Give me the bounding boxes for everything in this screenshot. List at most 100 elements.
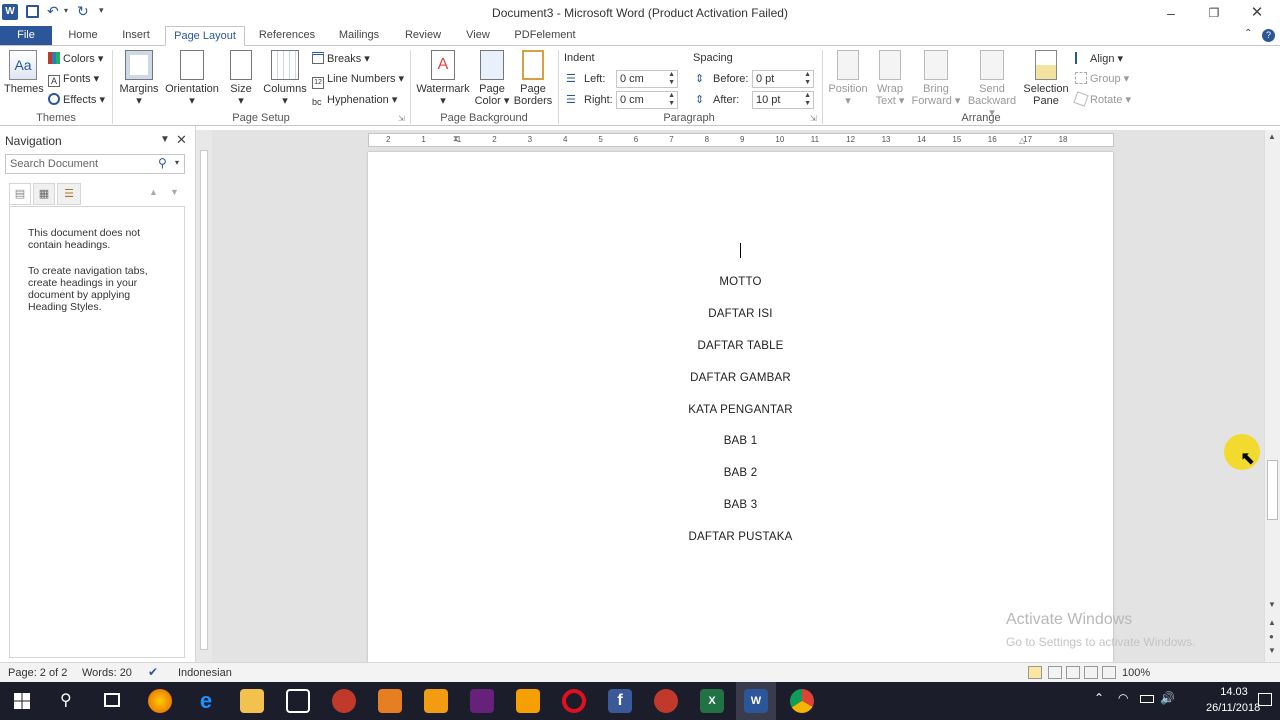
draft-icon[interactable] <box>1102 666 1116 679</box>
undo-icon[interactable]: ↶ <box>47 3 59 20</box>
doc-line-daftar-table[interactable]: DAFTAR TABLE <box>368 340 1113 352</box>
scroll-up-icon[interactable]: ▲ <box>1268 132 1276 141</box>
fonts-button[interactable]: A Fonts ▾ <box>48 70 99 88</box>
close-pane-icon[interactable]: ✕ <box>176 132 187 148</box>
spacing-before-field[interactable]: 0 pt ▲ ▼ <box>752 70 814 88</box>
page-color-button[interactable]: Page Color ▾ <box>474 50 510 107</box>
tab-insert[interactable]: Insert <box>114 26 158 46</box>
indent-right-field[interactable]: 0 cm ▲ ▼ <box>616 91 678 109</box>
wrap-text-button[interactable]: Wrap Text ▾ <box>873 50 907 107</box>
indent-left-field[interactable]: 0 cm ▲ ▼ <box>616 70 678 88</box>
spacing-after-field[interactable]: 10 pt ▲ ▼ <box>752 91 814 109</box>
firefox-icon[interactable] <box>148 689 172 713</box>
orientation-button[interactable]: Orientation ▾ <box>163 50 221 107</box>
word-taskbar-icon[interactable]: W <box>744 689 768 713</box>
next-page-icon[interactable]: ▼ <box>1268 646 1276 655</box>
language-indicator[interactable]: Indonesian <box>178 667 232 679</box>
align-button[interactable]: Align ▾ <box>1075 50 1123 68</box>
edge-icon[interactable]: e <box>194 689 218 713</box>
search-taskbar-icon[interactable]: ⚲ <box>60 690 72 710</box>
spinner-arrows-icon[interactable]: ▲ ▼ <box>668 92 675 108</box>
web-layout-icon[interactable] <box>1066 666 1080 679</box>
restore-button[interactable]: ❐ <box>1199 3 1229 23</box>
store-icon[interactable] <box>286 689 310 713</box>
word-count[interactable]: Words: 20 <box>82 667 132 679</box>
doc-line-kata-pengantar[interactable]: KATA PENGANTAR <box>368 404 1113 416</box>
tab-file[interactable]: File <box>0 26 52 46</box>
excel-icon[interactable]: X <box>700 689 724 713</box>
chrome-icon[interactable] <box>790 689 814 713</box>
ribbon-minimize-icon[interactable]: ⌃ <box>1244 28 1252 39</box>
page-setup-launcher-icon[interactable]: ⇲ <box>398 114 405 123</box>
hyphenation-button[interactable]: bc Hyphenation ▾ <box>312 91 397 109</box>
pane-options-icon[interactable]: ▼ <box>160 134 170 145</box>
full-screen-icon[interactable] <box>1048 666 1062 679</box>
sublime-icon[interactable] <box>516 689 540 713</box>
size-button[interactable]: Size ▾ <box>226 50 256 107</box>
doc-line-motto[interactable]: MOTTO <box>368 276 1113 288</box>
browse-object-icon[interactable]: ● <box>1269 632 1274 641</box>
scroll-down-icon[interactable]: ▼ <box>1268 600 1276 609</box>
help-icon[interactable]: ? <box>1262 29 1275 42</box>
effects-button[interactable]: Effects ▾ <box>48 91 105 109</box>
colors-button[interactable]: Colors ▾ <box>48 50 103 68</box>
close-button[interactable]: ✕ <box>1242 3 1272 23</box>
prev-page-icon[interactable]: ▲ <box>1268 618 1276 627</box>
minimize-button[interactable]: – <box>1156 3 1186 23</box>
tab-mailings[interactable]: Mailings <box>330 26 388 46</box>
proofing-icon[interactable]: ✔ <box>148 665 158 679</box>
tab-page-layout[interactable]: Page Layout <box>165 26 245 46</box>
visual-studio-icon[interactable] <box>470 689 494 713</box>
doc-line-daftar-pustaka[interactable]: DAFTAR PUSTAKA <box>368 531 1113 543</box>
watermark-button[interactable]: A Watermark ▾ <box>415 50 471 107</box>
redo-icon[interactable]: ↻ <box>77 3 89 20</box>
selection-pane-button[interactable]: Selection Pane <box>1022 50 1070 107</box>
spinner-arrows-icon[interactable]: ▲ ▼ <box>668 71 675 87</box>
previous-heading-icon[interactable]: ▲ <box>149 187 158 197</box>
line-numbers-button[interactable]: 12 Line Numbers ▾ <box>312 70 404 89</box>
print-layout-icon[interactable] <box>1028 666 1042 679</box>
spinner-arrows-icon[interactable]: ▲ ▼ <box>804 92 811 108</box>
doc-line-daftar-isi[interactable]: DAFTAR ISI <box>368 308 1113 320</box>
search-dropdown-icon[interactable]: ▾ <box>175 158 179 167</box>
themes-button[interactable]: Aa Themes <box>4 50 44 95</box>
document-page[interactable]: MOTTO DAFTAR ISI DAFTAR TABLE DAFTAR GAM… <box>368 152 1113 662</box>
position-button[interactable]: Position ▾ <box>826 50 870 107</box>
spinner-arrows-icon[interactable]: ▲ ▼ <box>804 71 811 87</box>
tab-pdfelement[interactable]: PDFelement <box>508 26 582 46</box>
tab-references[interactable]: References <box>254 26 320 46</box>
doc-line-daftar-gambar[interactable]: DAFTAR GAMBAR <box>368 372 1113 384</box>
zoom-level[interactable]: 100% <box>1122 667 1150 679</box>
paragraph-launcher-icon[interactable]: ⇲ <box>810 114 817 123</box>
rotate-button[interactable]: Rotate ▾ <box>1073 91 1131 109</box>
app-game-icon[interactable] <box>654 689 678 713</box>
tab-home[interactable]: Home <box>60 26 106 46</box>
group-button[interactable]: Group ▾ <box>1075 70 1129 88</box>
pages-view-tab[interactable]: ▦ <box>33 183 55 205</box>
tab-review[interactable]: Review <box>398 26 448 46</box>
search-document-input[interactable]: Search Document ⚲ ▾ <box>5 154 185 174</box>
right-indent-marker-icon[interactable]: △ <box>1019 136 1025 145</box>
next-heading-icon[interactable]: ▼ <box>170 187 179 197</box>
task-view-icon[interactable] <box>104 693 120 707</box>
battery-icon[interactable] <box>1140 695 1154 703</box>
headings-view-tab[interactable]: ▤ <box>9 183 31 205</box>
tray-chevron-icon[interactable]: ⌃ <box>1094 691 1104 705</box>
doc-line-bab-2[interactable]: BAB 2 <box>368 467 1113 479</box>
scroll-thumb[interactable] <box>1267 460 1278 520</box>
breaks-button[interactable]: Breaks ▾ <box>312 50 370 68</box>
start-icon[interactable] <box>14 693 30 709</box>
clock-time[interactable]: 14.03 <box>1212 686 1256 698</box>
search-icon[interactable]: ⚲ <box>158 156 167 170</box>
app-red-icon[interactable] <box>332 689 356 713</box>
app-orange2-icon[interactable] <box>424 689 448 713</box>
network-icon[interactable]: ◠ <box>1118 691 1128 705</box>
doc-line-bab-3[interactable]: BAB 3 <box>368 499 1113 511</box>
undo-dropdown-icon[interactable]: ▾ <box>64 6 68 15</box>
horizontal-ruler[interactable]: 2 1 1 2 3 4 5 6 7 8 9 10 11 12 13 14 15 16 17 18 ⧗ △ <box>368 133 1114 147</box>
word-icon[interactable]: W <box>2 4 18 20</box>
volume-icon[interactable]: 🔊 <box>1160 691 1175 705</box>
bring-forward-button[interactable]: Bring Forward ▾ <box>910 50 962 107</box>
vertical-scrollbar[interactable]: ▲ ▼ ▲ ● ▼ <box>1264 130 1280 662</box>
save-icon[interactable] <box>26 5 39 18</box>
